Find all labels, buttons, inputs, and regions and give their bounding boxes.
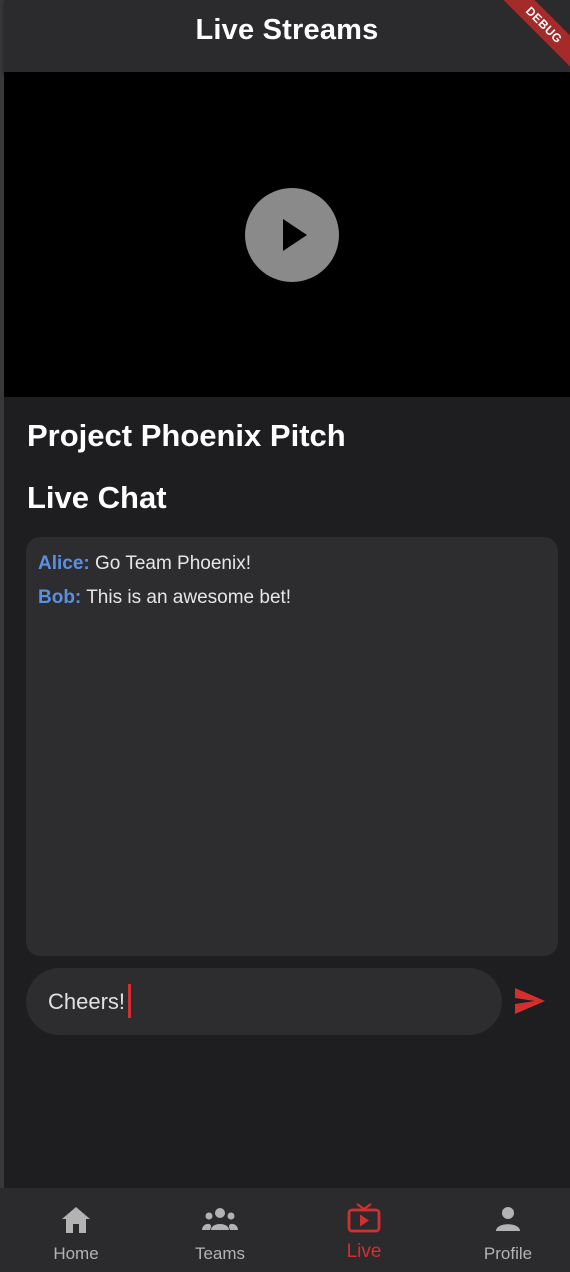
person-icon	[496, 1207, 520, 1231]
chat-text: Go Team Phoenix!	[95, 553, 251, 574]
nav-item-home[interactable]: Home	[5, 1188, 147, 1272]
chat-input[interactable]	[48, 968, 478, 1035]
video-player[interactable]	[4, 72, 570, 397]
groups-icon	[202, 1208, 238, 1230]
live-tv-icon	[347, 1203, 381, 1233]
stream-title: Project Phoenix Pitch	[27, 418, 346, 453]
chat-message: Bob: This is an awesome bet!	[38, 587, 291, 609]
nav-label-live: Live	[346, 1241, 382, 1262]
live-streams-screen: Live Streams DEBUG Project Phoenix Pitch…	[0, 0, 570, 1272]
send-button[interactable]	[512, 985, 548, 1019]
chat-messages-panel[interactable]: Alice: Go Team Phoenix! Bob: This is an …	[26, 537, 558, 956]
app-bar: Live Streams	[4, 0, 570, 72]
nav-item-profile[interactable]: Profile	[437, 1188, 570, 1272]
nav-label-profile: Profile	[483, 1244, 533, 1263]
chat-author: Bob:	[38, 587, 82, 608]
page-title: Live Streams	[195, 14, 379, 46]
chat-input-container	[26, 968, 502, 1035]
play-button[interactable]	[245, 188, 339, 282]
play-icon	[283, 219, 307, 251]
chat-heading: Live Chat	[27, 480, 167, 515]
text-cursor	[128, 984, 131, 1018]
home-icon	[62, 1207, 90, 1233]
chat-text: This is an awesome bet!	[86, 587, 292, 608]
nav-item-live[interactable]: Live	[293, 1188, 435, 1272]
send-icon	[515, 987, 545, 1014]
chat-author: Alice:	[38, 553, 90, 574]
nav-item-teams[interactable]: Teams	[149, 1188, 291, 1272]
chat-message: Alice: Go Team Phoenix!	[38, 553, 251, 575]
nav-label-home: Home	[53, 1244, 99, 1263]
nav-label-teams: Teams	[194, 1244, 246, 1263]
bottom-navigation: Home Teams Live Profile	[0, 1188, 570, 1272]
